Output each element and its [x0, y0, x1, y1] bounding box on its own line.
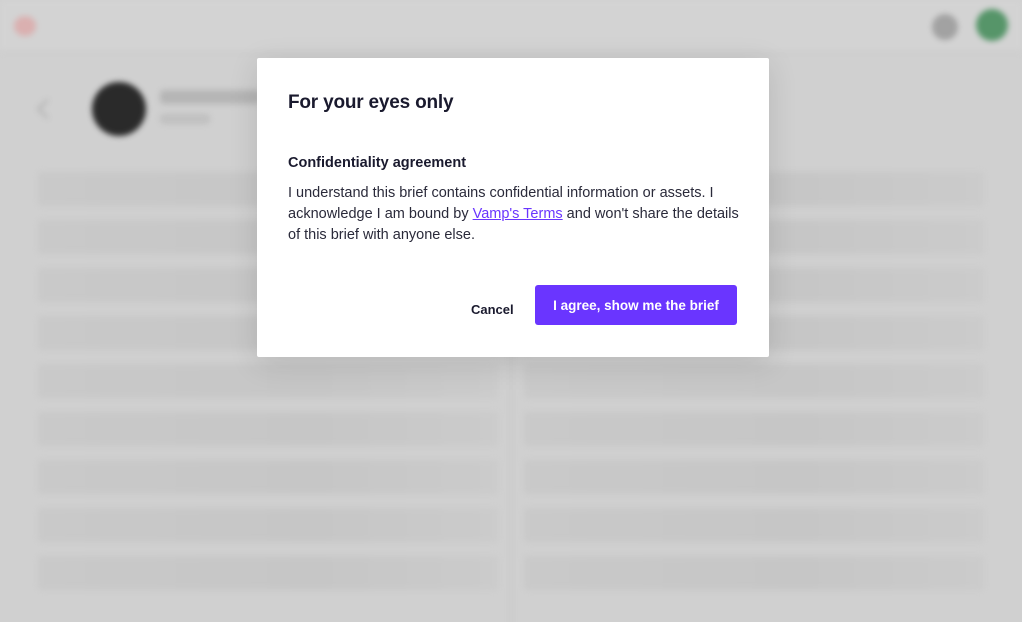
cancel-button[interactable]: Cancel — [471, 295, 514, 323]
agree-button[interactable]: I agree, show me the brief — [535, 285, 737, 325]
terms-link[interactable]: Vamp's Terms — [473, 206, 563, 222]
app-page: For your eyes only Confidentiality agree… — [0, 0, 1022, 622]
agreement-text: I understand this brief contains confide… — [288, 183, 748, 246]
confidentiality-modal: For your eyes only Confidentiality agree… — [257, 58, 769, 357]
section-title: Confidentiality agreement — [288, 155, 467, 171]
modal-title: For your eyes only — [288, 92, 454, 113]
